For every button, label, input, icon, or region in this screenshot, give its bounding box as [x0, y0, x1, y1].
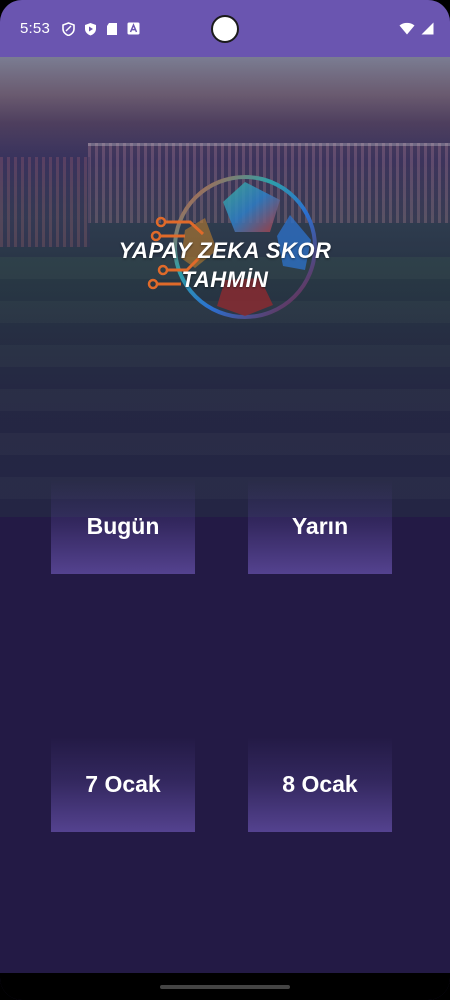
stadium-stand-left [0, 157, 90, 247]
status-time: 5:53 [20, 20, 50, 37]
status-bar: 5:53 [0, 0, 450, 57]
keyboard-a-icon [127, 22, 140, 35]
shield-icon [62, 21, 75, 36]
jan-8-button[interactable]: 8 Ocak [248, 737, 392, 832]
app-logo: YAPAY ZEKA SKOR TAHMİN [95, 170, 355, 325]
app-screen: 5:53 YAPAY ZEKA SKOR TAHMİN Bugün Yarın … [0, 0, 450, 1000]
logo-title-line1: YAPAY ZEKA SKOR [118, 238, 332, 263]
play-protect-icon [85, 22, 96, 35]
status-icons-left [62, 21, 140, 36]
signal-icon [421, 22, 434, 35]
camera-cutout [211, 15, 239, 43]
navigation-bar [0, 973, 450, 1000]
logo-title-line2: TAHMİN [181, 267, 269, 292]
sd-card-icon [107, 22, 117, 35]
gesture-handle[interactable] [160, 985, 290, 989]
tomorrow-button[interactable]: Yarın [248, 479, 392, 574]
jan-7-button[interactable]: 7 Ocak [51, 737, 195, 832]
wifi-icon [399, 22, 415, 35]
today-button[interactable]: Bugün [51, 479, 195, 574]
status-icons-right [399, 22, 434, 35]
